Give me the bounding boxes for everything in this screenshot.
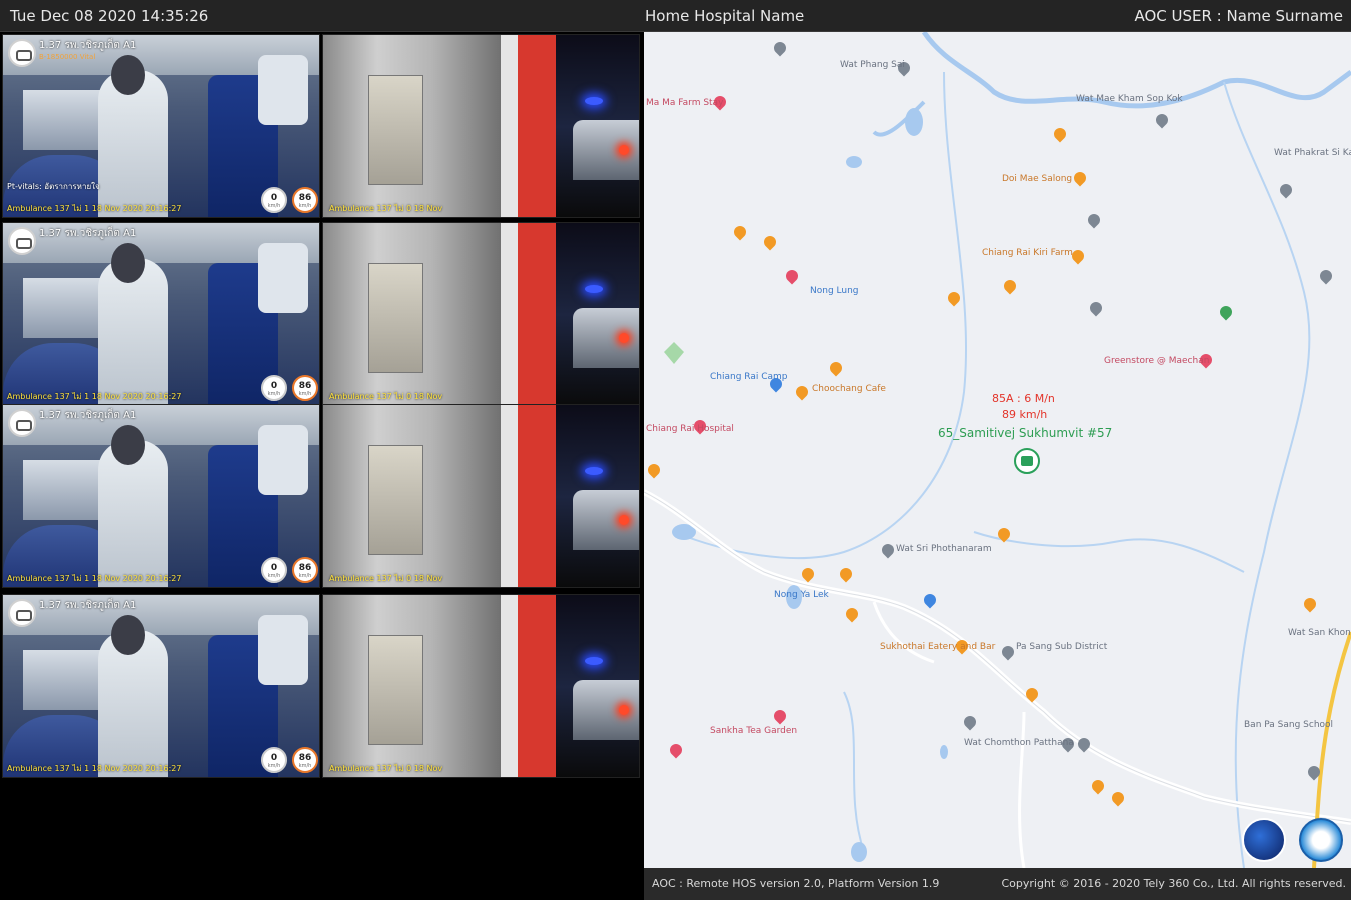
speed-badge: 0 km/h bbox=[261, 375, 287, 401]
place-label: Wat Sri Phothanaram bbox=[896, 544, 992, 554]
camera-timestamp: Ambulance 137 ไม่ 0 18 Nov bbox=[329, 574, 443, 583]
place-label: Ma Ma Farm Stay bbox=[646, 98, 724, 108]
place-label: Wat Mae Kham Sop Kok bbox=[1076, 94, 1183, 104]
place-label: Wat Phakrat Si Kam bbox=[1274, 148, 1351, 158]
user-label[interactable]: AOC USER : Name Surname bbox=[1134, 7, 1343, 25]
place-label: Chiang Rai Kiri Farm bbox=[982, 248, 1073, 258]
place-label: Choochang Cafe bbox=[812, 384, 886, 394]
emergency-light-icon bbox=[585, 285, 603, 293]
camera-timestamp: Ambulance 137 ไม่ 1 18 Nov 2020 20:16:27 bbox=[7, 204, 182, 213]
place-label: Ban Pa Sang School bbox=[1244, 720, 1334, 730]
outer-camera-feed-4[interactable]: Ambulance 137 ไม่ 0 18 Nov bbox=[322, 594, 640, 778]
copyright-text: Copyright © 2016 - 2020 Tely 360 Co., Lt… bbox=[1001, 877, 1346, 890]
inner-camera-feed-1[interactable]: 1.37 รพ.วชิรภูเก็ต A1 B-1850000 Vital Pt… bbox=[2, 34, 320, 218]
camera-timestamp: Ambulance 137 ไม่ 0 18 Nov bbox=[329, 392, 443, 401]
place-label: Nong Ya Lek bbox=[774, 590, 829, 600]
speed-limit-badge: 86 km/h bbox=[292, 187, 318, 213]
inner-camera-feed-3[interactable]: 1.37 รพ.วชิรภูเก็ต A1 Ambulance 137 ไม่ … bbox=[2, 404, 320, 588]
hospital-logo-icon bbox=[8, 39, 36, 67]
speed-limit-badge: 86 km/h bbox=[292, 747, 318, 773]
vehicle-name-label: 65_Samitivej Sukhumvit #57 bbox=[938, 426, 1113, 440]
speed-badge: 0 km/h bbox=[261, 557, 287, 583]
emergency-light-icon bbox=[585, 467, 603, 475]
inner-camera-feed-2[interactable]: 1.37 รพ.วชิรภูเก็ต A1 Ambulance 137 ไม่ … bbox=[2, 222, 320, 406]
camera-subtitle: B-1850000 Vital bbox=[39, 53, 96, 61]
hospital-name: Home Hospital Name bbox=[645, 7, 805, 25]
camera-title: 1.37 รพ.วชิรภูเก็ต A1 bbox=[39, 600, 137, 611]
camera-timestamp: Ambulance 137 ไม่ 0 18 Nov bbox=[329, 764, 443, 773]
partner-logo-icon bbox=[1299, 818, 1343, 862]
place-label: Greenstore @ Maechan bbox=[1104, 356, 1210, 366]
emergency-light-icon bbox=[585, 97, 603, 105]
top-bar: Tue Dec 08 2020 14:35:26 Home Hospital N… bbox=[0, 0, 1351, 32]
place-label: Sankha Tea Garden bbox=[710, 726, 798, 736]
outer-camera-feed-2[interactable]: Ambulance 137 ไม่ 0 18 Nov bbox=[322, 222, 640, 406]
place-label: Pa Sang Sub District bbox=[1016, 642, 1108, 652]
place-label: Chiang Rai Hospital bbox=[646, 424, 734, 434]
hospital-logo-icon bbox=[8, 227, 36, 255]
footer-bar: AOC : Remote HOS version 2.0, Platform V… bbox=[644, 868, 1351, 900]
ambulance-marker-icon[interactable] bbox=[1014, 448, 1040, 474]
camera-timestamp: Ambulance 137 ไม่ 0 18 Nov bbox=[329, 204, 443, 213]
speed-badge: 0 km/h bbox=[261, 187, 287, 213]
datetime-display: Tue Dec 08 2020 14:35:26 bbox=[10, 7, 209, 25]
place-label: Wat Phang Sai bbox=[840, 60, 905, 70]
speed-limit-badge: 86 km/h bbox=[292, 557, 318, 583]
hospital-logo-icon bbox=[8, 409, 36, 437]
place-label: Sukhothai Eatery and Bar bbox=[880, 642, 996, 652]
camera-grid: 1.37 รพ.วชิรภูเก็ต A1 B-1850000 Vital Pt… bbox=[0, 32, 644, 900]
organization-logo-icon bbox=[1242, 818, 1286, 862]
outer-camera-feed-3[interactable]: Ambulance 137 ไม่ 0 18 Nov bbox=[322, 404, 640, 588]
place-label: Chiang Rai Camp bbox=[710, 372, 788, 382]
place-label: Nong Lung bbox=[810, 286, 859, 296]
camera-title: 1.37 รพ.วชิรภูเก็ต A1 bbox=[39, 40, 137, 51]
camera-timestamp: Ambulance 137 ไม่ 1 18 Nov 2020 20:16:27 bbox=[7, 574, 182, 583]
place-label: Doi Mae Salong bbox=[1002, 174, 1073, 184]
map-view[interactable]: Wat Phang Sai Wat Mae Kham Sop Kok Ma Ma… bbox=[644, 32, 1351, 868]
outer-camera-feed-1[interactable]: Ambulance 137 ไม่ 0 18 Nov bbox=[322, 34, 640, 218]
speed-badge: 0 km/h bbox=[261, 747, 287, 773]
vehicle-speed: 89 km/h bbox=[1002, 408, 1048, 421]
version-text: AOC : Remote HOS version 2.0, Platform V… bbox=[652, 877, 940, 890]
emergency-light-icon bbox=[585, 657, 603, 665]
place-label: Wat San Khong bbox=[1288, 628, 1351, 638]
speed-limit-badge: 86 km/h bbox=[292, 375, 318, 401]
camera-caption: Pt-vitals: อัตราการหายใจ bbox=[7, 182, 100, 191]
camera-title: 1.37 รพ.วชิรภูเก็ต A1 bbox=[39, 410, 137, 421]
vehicle-info-line: 85A : 6 M/n bbox=[992, 392, 1055, 405]
camera-timestamp: Ambulance 137 ไม่ 1 18 Nov 2020 20:16:27 bbox=[7, 392, 182, 401]
inner-camera-feed-4[interactable]: 1.37 รพ.วชิรภูเก็ต A1 Ambulance 137 ไม่ … bbox=[2, 594, 320, 778]
hospital-logo-icon bbox=[8, 599, 36, 627]
camera-timestamp: Ambulance 137 ไม่ 1 18 Nov 2020 20:16:27 bbox=[7, 764, 182, 773]
place-label: Wat Chomthon Patthana bbox=[964, 738, 1074, 748]
camera-title: 1.37 รพ.วชิรภูเก็ต A1 bbox=[39, 228, 137, 239]
